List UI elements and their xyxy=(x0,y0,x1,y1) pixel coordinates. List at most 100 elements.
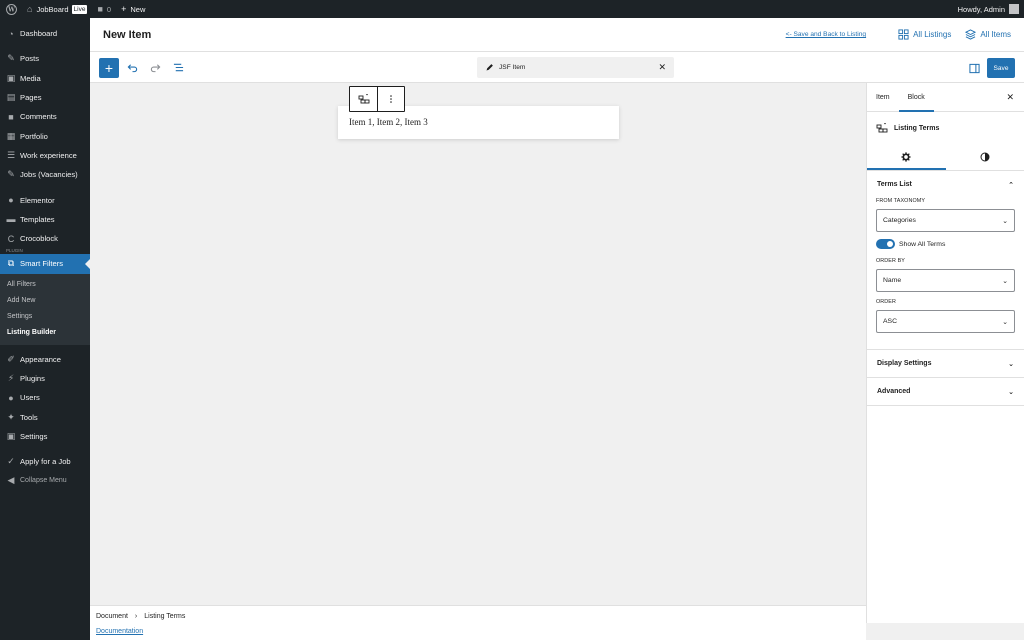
order-by-value: Name xyxy=(883,277,902,284)
list-view-button[interactable] xyxy=(171,60,185,74)
avatar xyxy=(1009,4,1019,14)
panel-title: Terms List xyxy=(877,181,912,188)
block-type-button[interactable] xyxy=(350,87,377,111)
sidebar-item-label: Appearance xyxy=(20,354,61,364)
all-listings-link[interactable]: All Listings xyxy=(898,29,951,40)
comment-icon: ■ xyxy=(97,4,103,14)
tab-settings[interactable] xyxy=(867,144,946,170)
tab-item[interactable]: Item xyxy=(867,83,899,112)
block-inserter-button[interactable]: + xyxy=(99,58,119,78)
submenu-all-filters[interactable]: All Filters xyxy=(0,277,90,293)
breadcrumb-listing-terms[interactable]: Listing Terms xyxy=(144,613,185,620)
sidebar-item-label: Work experience xyxy=(20,150,77,160)
panel-title: Display Settings xyxy=(877,360,932,367)
from-taxonomy-label: FROM TAXONOMY xyxy=(876,198,926,204)
sidebar-item-dashboard[interactable]: ◔ Dashboard xyxy=(0,24,90,43)
sidebar-item-label: Collapse Menu xyxy=(20,477,67,485)
inspector-tabs: Item Block ✕ xyxy=(867,83,1024,112)
check-icon: ✓ xyxy=(7,456,15,467)
user-icon: ● xyxy=(8,392,14,403)
sidebar-item-apply-job[interactable]: ✓ Apply for a Job xyxy=(0,452,90,471)
media-icon: ▣ xyxy=(6,72,16,83)
listing-terms-block-icon xyxy=(358,94,369,104)
sidebar-item-label: Smart Filters xyxy=(20,259,64,269)
chevron-up-icon: ⌃ xyxy=(1008,181,1014,189)
plus-icon: + xyxy=(104,60,114,76)
sidebar-item-comments[interactable]: ■ Comments xyxy=(0,107,90,126)
howdy-text: Howdy, Admin xyxy=(957,4,1005,14)
editor-toolbar: + JSF Item ✕ Save xyxy=(90,52,1024,83)
all-items-link[interactable]: All Items xyxy=(965,29,1011,40)
order-by-label: ORDER BY xyxy=(876,258,905,264)
sidebar-item-posts[interactable]: ✎ Posts xyxy=(0,49,90,68)
site-name: JobBoard xyxy=(36,4,69,14)
save-button[interactable]: Save xyxy=(987,58,1015,78)
panel-display-settings-toggle[interactable]: Display Settings ⌄ xyxy=(867,350,1024,377)
order-select[interactable]: ASC ⌄ xyxy=(876,310,1015,333)
sidebar-item-plugins[interactable]: ⚡ Plugins xyxy=(0,369,90,388)
contrast-icon xyxy=(980,152,990,162)
sidebar-item-appearance[interactable]: ✐ Appearance xyxy=(0,350,90,369)
comment-icon: ■ xyxy=(8,111,14,122)
panel-title: Advanced xyxy=(877,388,911,395)
wordpress-logo-icon[interactable]: W xyxy=(0,0,22,18)
save-and-back-link[interactable]: <- Save and Back to Listing xyxy=(786,31,866,38)
redo-icon xyxy=(150,63,160,72)
redo-button[interactable] xyxy=(148,60,162,74)
panel-advanced-toggle[interactable]: Advanced ⌄ xyxy=(867,378,1024,405)
close-icon[interactable]: ✕ xyxy=(1006,92,1014,103)
sidebar-item-crocoblock[interactable]: C Crocoblock xyxy=(0,229,90,248)
block-card: Listing Terms xyxy=(867,112,1024,144)
editor-canvas[interactable]: Item 1, Item 2, Item 3 xyxy=(90,83,866,605)
block-options-button[interactable] xyxy=(377,87,404,111)
sidebar-item-users[interactable]: ● Users xyxy=(0,388,90,407)
admin-bar: W ⌂ JobBoard Live ■ 0 + New Howdy, Admin xyxy=(0,0,1024,18)
show-all-terms-toggle[interactable] xyxy=(876,239,895,249)
submenu-add-new[interactable]: Add New xyxy=(0,293,90,309)
comments-link[interactable]: ■ 0 xyxy=(92,0,116,18)
settings-sidebar-toggle[interactable] xyxy=(967,61,981,75)
undo-icon xyxy=(127,63,137,72)
sidebar-item-media[interactable]: ▣ Media xyxy=(0,69,90,88)
sidebar-item-jobs[interactable]: ✎ Jobs (Vacancies) xyxy=(0,165,90,184)
submenu-listing-builder[interactable]: Listing Builder xyxy=(0,325,90,341)
new-content-link[interactable]: + New xyxy=(116,0,150,18)
breadcrumb-document[interactable]: Document xyxy=(96,613,128,620)
folder-icon: ▬ xyxy=(6,214,16,225)
portfolio-icon: ▦ xyxy=(6,130,16,141)
settings-sidebar: Item Block ✕ Listing Terms Terms List ⌃ … xyxy=(866,83,1024,623)
panel-terms-list-toggle[interactable]: Terms List ⌃ xyxy=(867,171,1024,198)
sidebar-item-label: Tools xyxy=(20,412,38,422)
sidebar-item-smart-filters[interactable]: ⧉ Smart Filters xyxy=(0,254,90,274)
sidebar-item-pages[interactable]: ▤ Pages xyxy=(0,88,90,107)
sidebar-item-work-experience[interactable]: ☰ Work experience xyxy=(0,146,90,165)
tab-styles[interactable] xyxy=(946,144,1024,170)
sidebar-item-elementor[interactable]: ● Elementor xyxy=(0,190,90,209)
close-icon[interactable]: ✕ xyxy=(658,62,666,73)
sidebar-item-templates[interactable]: ▬ Templates xyxy=(0,210,90,229)
panel-terms-list-body: FROM TAXONOMY Categories ⌄ Show All Term… xyxy=(867,198,1024,349)
document-title: JSF Item xyxy=(499,64,526,71)
document-bar[interactable]: JSF Item ✕ xyxy=(477,57,674,78)
collapse-menu-button[interactable]: ◀ Collapse Menu xyxy=(0,471,90,490)
site-name-link[interactable]: ⌂ JobBoard Live xyxy=(22,0,92,18)
sidebar-item-label: Posts xyxy=(20,54,39,64)
documentation-link[interactable]: Documentation xyxy=(96,628,143,635)
list-view-icon xyxy=(173,63,183,71)
terms-list-text: Item 1, Item 2, Item 3 xyxy=(349,117,428,127)
tab-block[interactable]: Block xyxy=(899,83,934,112)
from-taxonomy-select[interactable]: Categories ⌄ xyxy=(876,209,1015,232)
my-account-link[interactable]: Howdy, Admin xyxy=(953,0,1024,18)
sidebar-item-portfolio[interactable]: ▦ Portfolio xyxy=(0,126,90,145)
submenu-settings[interactable]: Settings xyxy=(0,309,90,325)
order-value: ASC xyxy=(883,318,897,325)
live-badge: Live xyxy=(71,4,88,14)
layers-icon xyxy=(965,29,977,40)
sidebar-item-settings[interactable]: ▣ Settings xyxy=(0,427,90,446)
grid-icon xyxy=(898,29,909,40)
pin-icon: ✎ xyxy=(7,169,15,180)
sidebar-item-tools[interactable]: ✦ Tools xyxy=(0,407,90,426)
smart-filters-submenu: All Filters Add New Settings Listing Bui… xyxy=(0,273,90,345)
order-by-select[interactable]: Name ⌄ xyxy=(876,269,1015,292)
undo-button[interactable] xyxy=(125,60,139,74)
